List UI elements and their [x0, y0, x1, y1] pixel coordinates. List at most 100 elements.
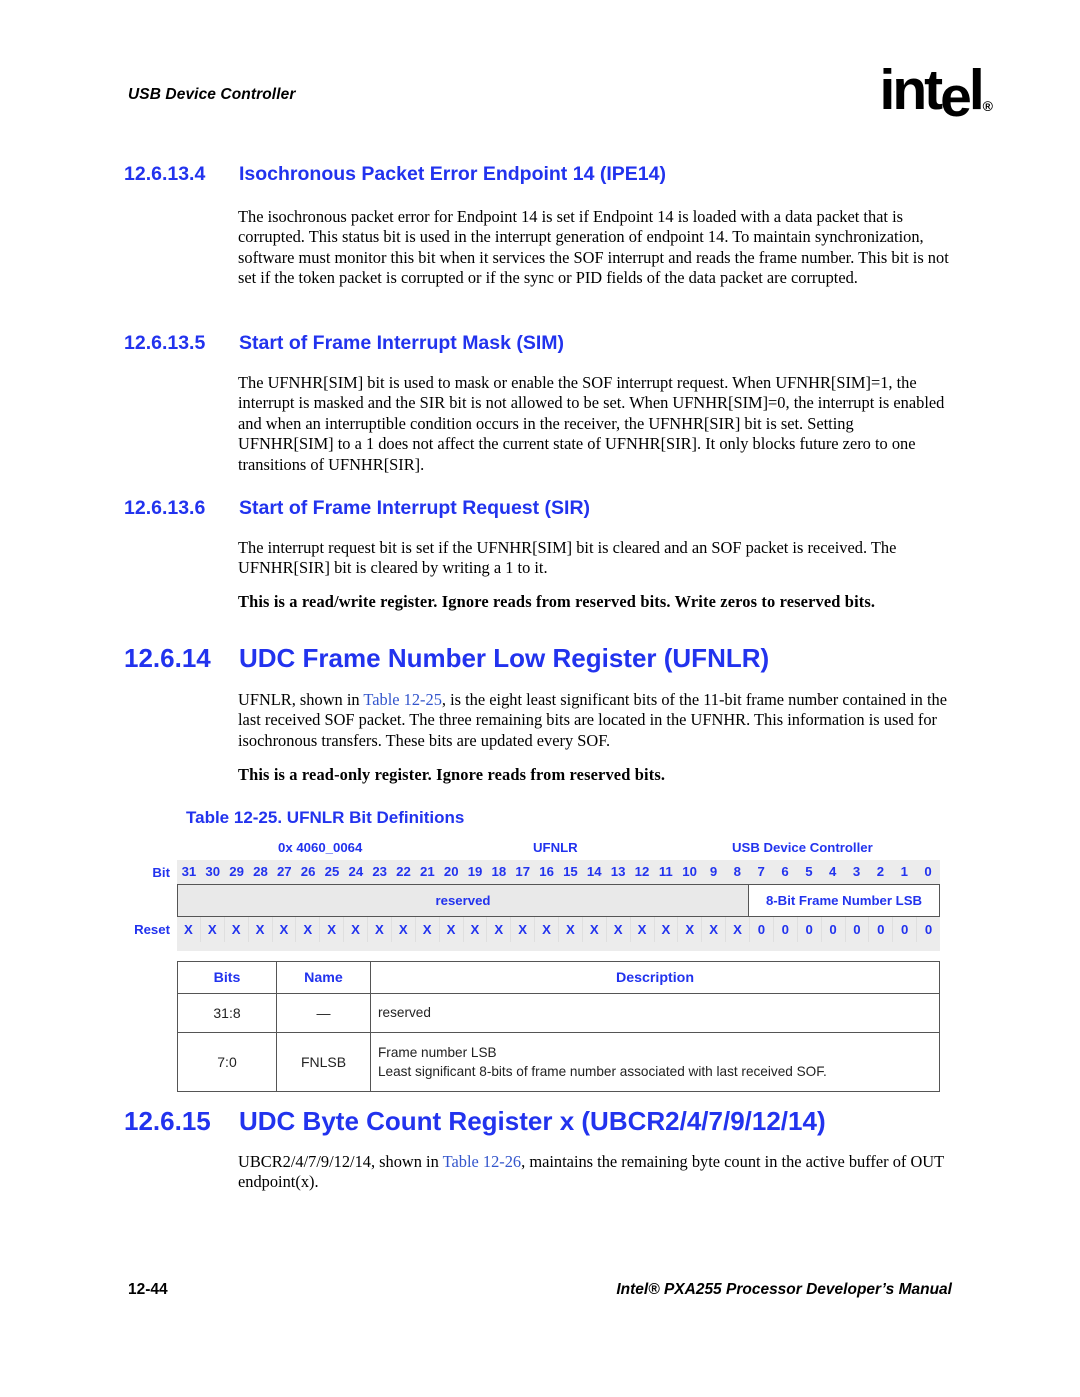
cell-description: Frame number LSB Least significant 8-bit… [370, 1032, 940, 1092]
reset-value-bit-8: X [726, 917, 750, 942]
intel-logo-text: intel [879, 58, 984, 129]
bit-number-cells: 31 30 29 28 27 26 25 24 23 22 21 20 19 18 17 16 15 14 13 12… [177, 860, 940, 884]
reset-value-bit-24: X [344, 917, 368, 942]
reset-value-bit-9: X [702, 917, 727, 942]
bit-number-0: 0 [916, 860, 940, 884]
heading-number: 12.6.14 [124, 643, 211, 673]
reset-value-bit-2: 0 [869, 917, 894, 942]
bit-number-11: 11 [653, 860, 678, 884]
reset-value-bit-7: 0 [750, 917, 774, 942]
bit-number-15: 15 [558, 860, 583, 884]
register-field-reserved: reserved [177, 884, 749, 917]
bit-number-29: 29 [224, 860, 249, 884]
reset-value-bit-21: X [416, 917, 440, 942]
bit-number-row: Bit 31 30 29 28 27 26 25 24 23 22 21 20 19 18 17 16 15 14… [140, 860, 940, 884]
heading-12-6-15: 12.6.15 UDC Byte Count Register x (UBCR2/… [124, 1106, 826, 1137]
reset-value-bit-29: X [225, 917, 249, 942]
table-row: 7:0 FNLSB Frame number LSB Least signifi… [177, 1032, 940, 1092]
heading-title: Start of Frame Interrupt Request (SIR) [239, 497, 591, 519]
field-box-row: reserved 8-Bit Frame Number LSB [140, 884, 940, 917]
intel-logo: intel® [879, 62, 993, 126]
heading-title: Start of Frame Interrupt Mask (SIM) [239, 332, 565, 354]
note-text: This is a read-only register. Ignore rea… [238, 765, 666, 784]
reset-value-bit-17: X [511, 917, 536, 942]
description-line-1: Frame number LSB [378, 1044, 497, 1060]
reset-value-bit-27: X [273, 917, 297, 942]
reset-value-bit-23: X [368, 917, 392, 942]
bit-number-19: 19 [463, 860, 487, 884]
reset-value-row: Reset XXXXXXXXXXXXXXXXXXXXXXXX00000000 [134, 917, 940, 942]
bit-number-12: 12 [630, 860, 654, 884]
paragraph-sim: The UFNHR[SIM] bit is used to mask or en… [238, 373, 945, 474]
bit-number-2: 2 [868, 860, 893, 884]
note-sir-register: This is a read/write register. Ignore re… [238, 592, 950, 612]
paragraph-sir: The interrupt request bit is set if the … [238, 538, 897, 578]
register-diagram-footer-band [177, 942, 940, 951]
xref-table-12-26[interactable]: Table 12-26 [443, 1152, 522, 1171]
reset-value-bit-22: X [392, 917, 416, 942]
bit-number-10: 10 [677, 860, 702, 884]
bit-number-27: 27 [272, 860, 297, 884]
bit-definitions-table: Bits Name Description 31:8 — reserved 7:… [177, 961, 940, 1092]
reset-value-bit-10: X [678, 917, 703, 942]
reset-value-bit-19: X [464, 917, 488, 942]
bit-number-31: 31 [177, 860, 201, 884]
bit-number-28: 28 [248, 860, 273, 884]
bit-number-4: 4 [820, 860, 845, 884]
reset-value-bit-3: 0 [846, 917, 870, 942]
footer-page-number: 12-44 [128, 1281, 168, 1298]
paragraph-ubcr: UBCR2/4/7/9/12/14, shown in Table 12-26,… [238, 1152, 950, 1193]
paragraph-text-pre: UFNLR, shown in [238, 690, 364, 709]
reset-value-bit-31: X [177, 917, 201, 942]
reset-value-bit-15: X [559, 917, 583, 942]
footer-document-title: Intel® PXA255 Processor Developer’s Manu… [616, 1281, 952, 1298]
heading-12-6-13-4: 12.6.13.4 Isochronous Packet Error Endpoi… [124, 163, 666, 186]
register-address: 0x 4060_0064 [278, 840, 363, 855]
reset-row-label: Reset [134, 922, 170, 937]
bit-number-8: 8 [725, 860, 750, 884]
cell-bits: 31:8 [177, 993, 277, 1033]
heading-number: 12.6.13.4 [124, 163, 206, 185]
table-caption-12-25: Table 12-25. UFNLR Bit Definitions [186, 808, 465, 827]
bit-number-13: 13 [606, 860, 631, 884]
bit-number-20: 20 [439, 860, 464, 884]
bit-number-5: 5 [796, 860, 821, 884]
heading-title: UDC Frame Number Low Register (UFNLR) [239, 643, 770, 673]
bit-number-18: 18 [486, 860, 511, 884]
heading-number: 12.6.13.6 [124, 497, 206, 519]
heading-number: 12.6.13.5 [124, 332, 206, 354]
bit-number-17: 17 [510, 860, 535, 884]
reset-value-bit-16: X [535, 917, 559, 942]
cell-name: FNLSB [276, 1032, 371, 1092]
register-name: UFNLR [533, 840, 578, 855]
cell-description: reserved [370, 993, 940, 1033]
reset-value-bit-18: X [487, 917, 512, 942]
heading-12-6-13-5: 12.6.13.5 Start of Frame Interrupt Mask (… [124, 332, 564, 355]
reset-value-bit-26: X [296, 917, 321, 942]
cell-bits: 7:0 [177, 1032, 277, 1092]
register-diagram-meta: 0x 4060_0064 UFNLR USB Device Controller [140, 840, 940, 860]
bit-number-9: 9 [701, 860, 726, 884]
reset-value-bit-6: 0 [774, 917, 798, 942]
register-bit-diagram: 0x 4060_0064 UFNLR USB Device Controller… [134, 840, 940, 951]
reset-value-bit-14: X [583, 917, 607, 942]
registered-trademark-icon: ® [982, 98, 993, 114]
paragraph-ufnlr: UFNLR, shown in Table 12-25, is the eigh… [238, 690, 950, 751]
register-unit: USB Device Controller [732, 840, 873, 855]
bit-number-30: 30 [200, 860, 225, 884]
bit-number-1: 1 [892, 860, 917, 884]
reset-value-bit-25: X [320, 917, 345, 942]
field-row-spacer [140, 884, 177, 917]
reset-value-bit-13: X [607, 917, 631, 942]
reset-value-bit-30: X [201, 917, 225, 942]
bit-number-24: 24 [343, 860, 368, 884]
column-header-description: Description [370, 961, 940, 994]
bit-number-6: 6 [773, 860, 797, 884]
field-boxes: reserved 8-Bit Frame Number LSB [177, 884, 940, 917]
xref-table-12-25[interactable]: Table 12-25 [363, 690, 442, 709]
heading-12-6-13-6: 12.6.13.6 Start of Frame Interrupt Reques… [124, 497, 590, 520]
paragraph-text-pre: UBCR2/4/7/9/12/14, shown in [238, 1152, 443, 1171]
bit-number-3: 3 [844, 860, 869, 884]
bit-number-25: 25 [320, 860, 344, 884]
reset-value-bit-11: X [655, 917, 679, 942]
